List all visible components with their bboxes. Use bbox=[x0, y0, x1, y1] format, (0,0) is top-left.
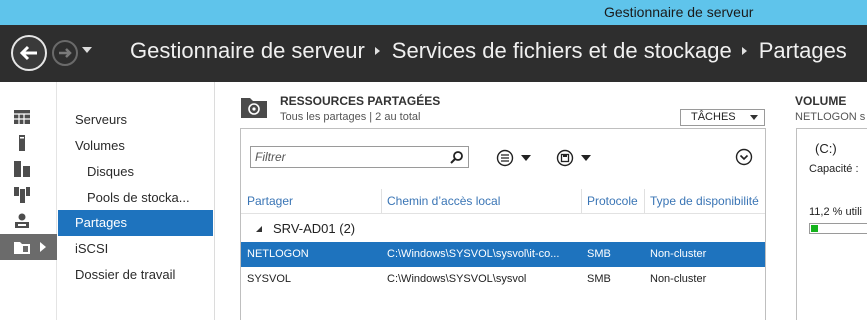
rail-file-storage[interactable] bbox=[0, 182, 57, 208]
list-view-button[interactable] bbox=[496, 149, 536, 167]
cell-share-name: NETLOGON bbox=[247, 248, 309, 260]
tasks-label: TÂCHES bbox=[691, 111, 736, 123]
cell-local-path: C:\Windows\SYSVOL\sysvol bbox=[387, 273, 527, 285]
arrow-left-icon bbox=[19, 45, 37, 61]
list-options-icon bbox=[496, 149, 514, 167]
shares-section-subtitle: Tous les partages | 2 au total bbox=[280, 111, 421, 123]
column-header-share[interactable]: Partager bbox=[241, 189, 381, 213]
window-title: Gestionnaire de serveur bbox=[604, 4, 754, 20]
column-header-local-path[interactable]: Chemin d’accès local bbox=[381, 189, 581, 213]
rail-dashboard[interactable] bbox=[0, 104, 57, 130]
table-row[interactable]: NETLOGON C:\Windows\SYSVOL\sysvol\it-co.… bbox=[241, 242, 765, 267]
shares-folder-icon bbox=[14, 242, 30, 254]
nav-item-work-folders[interactable]: Dossier de travail bbox=[58, 262, 213, 288]
caret-down-icon bbox=[581, 155, 591, 161]
column-header-protocol[interactable]: Protocole bbox=[581, 189, 644, 213]
title-bar: Gestionnaire de serveur bbox=[0, 0, 867, 25]
volume-section-title: VOLUME bbox=[795, 94, 847, 108]
nav-item-disks[interactable]: Disques bbox=[58, 159, 213, 185]
nav-item-storage-pools[interactable]: Pools de stocka... bbox=[58, 185, 213, 211]
header-bar: Gestionnaire de serveur Services de fich… bbox=[0, 25, 867, 82]
arrow-right-icon bbox=[59, 48, 72, 58]
caret-down-icon bbox=[521, 155, 531, 161]
nav-item-servers[interactable]: Serveurs bbox=[58, 107, 213, 133]
cell-availability: Non-cluster bbox=[650, 273, 707, 285]
all-servers-icon bbox=[14, 161, 30, 177]
cell-protocol: SMB bbox=[587, 273, 611, 285]
chevron-right-icon bbox=[40, 242, 46, 252]
nav-item-iscsi[interactable]: iSCSI bbox=[58, 236, 213, 262]
breadcrumb-file-services[interactable]: Services de fichiers et de stockage bbox=[392, 38, 732, 64]
local-server-icon bbox=[19, 135, 25, 151]
collapse-triangle-icon[interactable] bbox=[256, 226, 262, 232]
header-divider bbox=[241, 213, 765, 214]
cell-availability: Non-cluster bbox=[650, 248, 707, 260]
filter-input[interactable] bbox=[251, 147, 441, 167]
save-disk-icon bbox=[556, 149, 574, 167]
column-header-availability[interactable]: Type de disponibilité bbox=[644, 189, 765, 213]
breadcrumb-current: Partages bbox=[758, 38, 847, 63]
expand-collapse-icon[interactable] bbox=[735, 148, 753, 166]
nav-item-volumes[interactable]: Volumes bbox=[58, 133, 213, 159]
search-icon[interactable] bbox=[450, 150, 464, 164]
file-storage-icon bbox=[14, 187, 30, 203]
back-button[interactable] bbox=[11, 35, 47, 71]
dashboard-icon bbox=[14, 110, 30, 124]
usage-progress-bar bbox=[809, 223, 867, 234]
cell-protocol: SMB bbox=[587, 248, 611, 260]
nav-item-shares[interactable]: Partages bbox=[58, 210, 213, 236]
shares-panel: Partager Chemin d’accès local Protocole … bbox=[240, 128, 766, 320]
tasks-dropdown-button[interactable]: TÂCHES bbox=[680, 109, 765, 126]
group-label: SRV-AD01 (2) bbox=[273, 221, 356, 236]
capacity-label: Capacité : bbox=[809, 163, 859, 175]
usage-progress-fill bbox=[811, 225, 818, 232]
breadcrumb: Gestionnaire de serveur Services de fich… bbox=[130, 38, 847, 64]
shared-resources-icon bbox=[241, 98, 267, 118]
cell-share-name: SYSVOL bbox=[247, 273, 292, 285]
rail-all-servers[interactable] bbox=[0, 156, 57, 182]
cell-local-path: C:\Windows\SYSVOL\sysvol\it-co... bbox=[387, 248, 560, 260]
breadcrumb-separator-icon bbox=[374, 47, 380, 55]
history-dropdown-button[interactable] bbox=[82, 47, 92, 53]
shares-section-title: RESSOURCES PARTAGÉES bbox=[280, 94, 441, 108]
save-query-button[interactable] bbox=[556, 149, 596, 167]
forward-button[interactable] bbox=[52, 40, 78, 66]
ad-ds-icon bbox=[15, 213, 29, 228]
rail-file-services-active[interactable] bbox=[0, 234, 57, 260]
nav-list: Serveurs Volumes Disques Pools de stocka… bbox=[58, 82, 215, 320]
volume-section-subtitle: NETLOGON s bbox=[795, 111, 866, 123]
rail-local-server[interactable] bbox=[0, 130, 57, 156]
volume-panel: (C:) Capacité : 11,2 % utili bbox=[796, 128, 867, 320]
caret-down-icon bbox=[750, 115, 758, 120]
breadcrumb-separator-icon bbox=[741, 47, 747, 55]
breadcrumb-root[interactable]: Gestionnaire de serveur bbox=[130, 38, 365, 64]
usage-label: 11,2 % utili bbox=[809, 206, 862, 218]
filter-box bbox=[250, 146, 469, 168]
drive-label: (C:) bbox=[815, 141, 837, 156]
table-row[interactable]: SYSVOL C:\Windows\SYSVOL\sysvol SMB Non-… bbox=[241, 267, 765, 292]
rail-ad-ds[interactable] bbox=[0, 208, 57, 234]
icon-rail bbox=[0, 82, 57, 320]
